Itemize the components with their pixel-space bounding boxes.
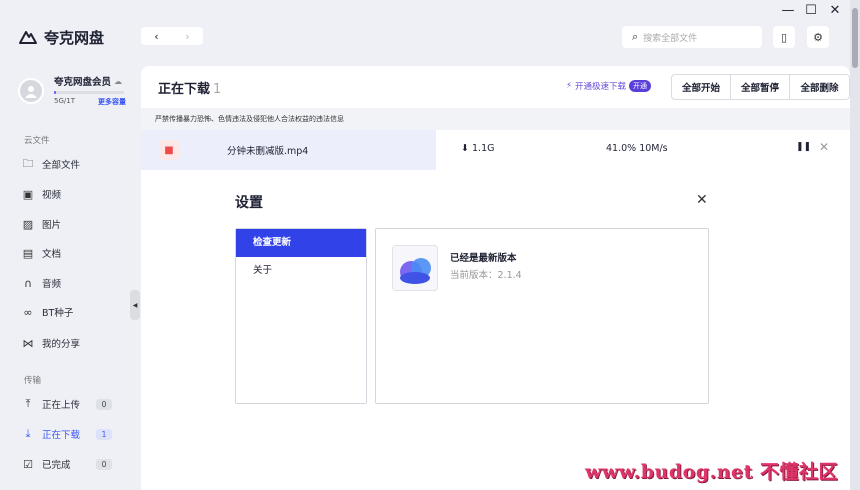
cloud-group-label: 云文件 xyxy=(24,136,50,146)
file-size: ⬇ 1.1G xyxy=(461,143,495,154)
update-status: 已经是最新版本 xyxy=(450,253,517,264)
download-count: 1 xyxy=(96,428,112,440)
speed-download-link[interactable]: ⚡ 开通极速下载 开通 xyxy=(566,80,651,92)
watermark: www.budog.net 不懂社区 xyxy=(585,461,839,483)
share-icon: ⋈ xyxy=(22,336,34,350)
upload-icon: ⤒ xyxy=(25,397,31,410)
quota-text: 5G/1T xyxy=(54,97,75,105)
delete-all-button[interactable]: 全部删除 xyxy=(790,75,849,99)
update-panel: 已经是最新版本 当前版本：2.1.4 xyxy=(375,228,709,404)
menu-about[interactable]: 关于 xyxy=(236,257,366,285)
search-placeholder: 搜索全部文件 xyxy=(643,33,698,44)
user-icon xyxy=(25,85,37,98)
settings-button[interactable]: ⚙ xyxy=(807,26,829,48)
download-arrow-icon: ⬇ xyxy=(461,143,469,154)
upload-count: 0 xyxy=(96,398,112,410)
history-nav: ‹ › xyxy=(141,27,203,45)
sidebar-item-share[interactable]: ⋈ 我的分享 xyxy=(22,334,122,352)
chevron-left-icon: ‹ xyxy=(154,29,159,43)
cloud-app-icon xyxy=(400,258,431,284)
settings-dialog: 设置 ✕ 检查更新 关于 已经是最新版本 当前版本：2.1.4 xyxy=(213,170,723,440)
user-card[interactable]: 夸克网盘会员 ☁ 5G/1T 更多容量 xyxy=(18,74,126,107)
app-name: 夸克网盘 xyxy=(44,29,105,47)
dialog-title: 设置 xyxy=(235,195,263,211)
cancel-download-button[interactable]: ✕ xyxy=(819,140,829,154)
back-button[interactable]: ‹ xyxy=(154,30,158,43)
sidebar-item-video[interactable]: ▣ 视频 xyxy=(22,185,122,203)
legal-notice: 严禁传播暴力恐怖、色情违法及侵犯他人合法权益的违法信息 xyxy=(141,108,850,130)
more-capacity-link[interactable]: 更多容量 xyxy=(98,97,126,107)
headphones-icon: ∩ xyxy=(23,276,33,290)
download-progress: 41.0% 10M/s xyxy=(606,143,668,154)
menu-check-update[interactable]: 检查更新 xyxy=(236,229,366,257)
chevron-left-icon: ◀ xyxy=(132,301,138,309)
document-icon: ▤ xyxy=(22,246,34,260)
maximize-icon: ☐ xyxy=(805,3,817,18)
close-icon: ✕ xyxy=(819,140,830,154)
gear-icon: ⚙ xyxy=(813,30,823,44)
avatar[interactable] xyxy=(18,77,44,104)
sidebar-item-bt[interactable]: ∞ BT种子 xyxy=(22,303,122,321)
search-input[interactable]: ⌕ 搜索全部文件 xyxy=(622,26,762,48)
download-icon: ⤓ xyxy=(25,427,31,440)
pause-icon: ❚❚ xyxy=(796,142,812,152)
folder-icon: 🗀 xyxy=(22,156,34,170)
bulk-actions: 全部开始 全部暂停 全部删除 xyxy=(671,74,850,100)
app-icon xyxy=(392,245,438,291)
completed-count: 0 xyxy=(96,458,112,470)
maximize-button[interactable]: ☐ xyxy=(802,3,820,18)
done-icon: ☑ xyxy=(23,457,33,471)
cloud-icon: ☁ xyxy=(114,76,123,86)
transfer-group-label: 传输 xyxy=(24,376,42,386)
start-all-button[interactable]: 全部开始 xyxy=(672,75,731,99)
sidebar-item-document[interactable]: ▤ 文档 xyxy=(22,244,122,262)
file-name: 分钟未删减版.mp4 xyxy=(227,146,309,157)
user-info: 夸克网盘会员 ☁ 5G/1T 更多容量 xyxy=(54,74,126,107)
collapse-sidebar-button[interactable]: ◀ xyxy=(130,290,140,320)
phone-button[interactable]: ▯ xyxy=(773,26,795,48)
sidebar-item-completed[interactable]: ☑ 已完成 0 xyxy=(22,455,122,473)
chevron-right-icon: › xyxy=(185,29,190,43)
app-logo: 夸克网盘 xyxy=(18,27,104,48)
minimize-icon: — xyxy=(781,3,795,18)
close-icon: ✕ xyxy=(829,3,841,18)
cloud-logo-icon xyxy=(19,30,37,44)
page-title: 正在下载 1 xyxy=(158,82,222,97)
pause-all-button[interactable]: 全部暂停 xyxy=(731,75,790,99)
quota-fill xyxy=(54,91,56,94)
link-icon: ∞ xyxy=(23,305,33,319)
scrollbar-track[interactable] xyxy=(850,0,860,490)
minimize-button[interactable]: — xyxy=(779,3,797,18)
search-icon: ⌕ xyxy=(632,30,639,43)
sidebar-item-downloading[interactable]: ⤓ 正在下载 1 xyxy=(22,425,122,443)
settings-menu: 检查更新 关于 xyxy=(235,228,367,404)
video-file-icon: ■ xyxy=(159,140,179,160)
quota-bar xyxy=(54,91,124,94)
speed-badge: 开通 xyxy=(628,80,651,92)
close-window-button[interactable]: ✕ xyxy=(826,3,844,18)
table-row[interactable]: ■ 分钟未删减版.mp4 ⬇ 1.1G 41.0% 10M/s ❚❚ ✕ xyxy=(141,130,850,170)
forward-button[interactable]: › xyxy=(185,30,189,43)
sidebar-item-image[interactable]: ▨ 图片 xyxy=(22,215,122,233)
lightning-icon: ⚡ xyxy=(566,81,572,91)
dialog-close-button[interactable]: ✕ xyxy=(696,192,708,208)
sidebar-item-audio[interactable]: ∩ 音频 xyxy=(22,274,122,292)
video-icon: ▣ xyxy=(22,187,34,201)
current-version: 当前版本：2.1.4 xyxy=(450,270,522,281)
sidebar-item-uploading[interactable]: ⤒ 正在上传 0 xyxy=(22,395,122,413)
close-icon: ✕ xyxy=(696,192,708,208)
sidebar-item-all-files[interactable]: 🗀 全部文件 xyxy=(22,155,122,173)
sidebar: 夸克网盘 夸克网盘会员 ☁ 5G/1T 更多容量 云文件 🗀 全部文件 ▣ 视频… xyxy=(0,0,141,490)
user-name: 夸克网盘会员 ☁ xyxy=(54,76,123,89)
page-title-count: 1 xyxy=(213,82,222,97)
scrollbar-thumb[interactable] xyxy=(852,8,858,68)
image-icon: ▨ xyxy=(22,217,34,231)
pause-button[interactable]: ❚❚ xyxy=(796,142,811,152)
phone-icon: ▯ xyxy=(780,30,788,44)
